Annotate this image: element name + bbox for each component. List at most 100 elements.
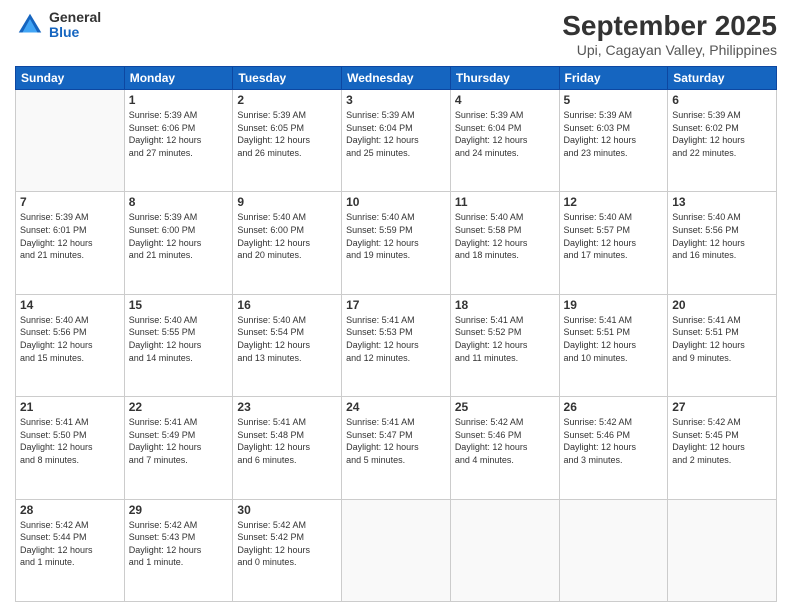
cell-3-2: 23 Sunrise: 5:41 AM Sunset: 5:48 PM Dayli… [233, 397, 342, 499]
day-number: 16 [237, 298, 337, 312]
day-number: 4 [455, 93, 555, 107]
cell-info: Sunrise: 5:41 AM Sunset: 5:49 PM Dayligh… [129, 416, 229, 466]
cell-info: Sunrise: 5:42 AM Sunset: 5:46 PM Dayligh… [564, 416, 664, 466]
cell-4-4 [450, 499, 559, 601]
logo-general-text: General [49, 10, 101, 25]
cell-3-4: 25 Sunrise: 5:42 AM Sunset: 5:46 PM Dayli… [450, 397, 559, 499]
cell-0-0 [16, 90, 125, 192]
cell-info: Sunrise: 5:39 AM Sunset: 6:03 PM Dayligh… [564, 109, 664, 159]
cell-3-1: 22 Sunrise: 5:41 AM Sunset: 5:49 PM Dayli… [124, 397, 233, 499]
cell-1-5: 12 Sunrise: 5:40 AM Sunset: 5:57 PM Dayli… [559, 192, 668, 294]
day-number: 26 [564, 400, 664, 414]
cell-info: Sunrise: 5:40 AM Sunset: 5:59 PM Dayligh… [346, 211, 446, 261]
cell-4-1: 29 Sunrise: 5:42 AM Sunset: 5:43 PM Dayli… [124, 499, 233, 601]
header-row: Sunday Monday Tuesday Wednesday Thursday… [16, 67, 777, 90]
cell-info: Sunrise: 5:42 AM Sunset: 5:46 PM Dayligh… [455, 416, 555, 466]
cell-2-3: 17 Sunrise: 5:41 AM Sunset: 5:53 PM Dayli… [342, 294, 451, 396]
cell-info: Sunrise: 5:42 AM Sunset: 5:44 PM Dayligh… [20, 519, 120, 569]
day-number: 6 [672, 93, 772, 107]
cell-3-5: 26 Sunrise: 5:42 AM Sunset: 5:46 PM Dayli… [559, 397, 668, 499]
cell-info: Sunrise: 5:40 AM Sunset: 6:00 PM Dayligh… [237, 211, 337, 261]
day-number: 13 [672, 195, 772, 209]
cell-0-3: 3 Sunrise: 5:39 AM Sunset: 6:04 PM Daylig… [342, 90, 451, 192]
cell-0-1: 1Sunrise: 5:39 AM Sunset: 6:06 PM Daylig… [124, 90, 233, 192]
cell-info: Sunrise: 5:40 AM Sunset: 5:57 PM Dayligh… [564, 211, 664, 261]
week-row-2: 7Sunrise: 5:39 AM Sunset: 6:01 PM Daylig… [16, 192, 777, 294]
day-number: 17 [346, 298, 446, 312]
cell-info: Sunrise: 5:40 AM Sunset: 5:55 PM Dayligh… [129, 314, 229, 364]
day-number: 11 [455, 195, 555, 209]
cell-3-6: 27Sunrise: 5:42 AM Sunset: 5:45 PM Dayli… [668, 397, 777, 499]
cell-3-0: 21Sunrise: 5:41 AM Sunset: 5:50 PM Dayli… [16, 397, 125, 499]
logo-icon [15, 10, 45, 40]
cell-info: Sunrise: 5:39 AM Sunset: 6:05 PM Dayligh… [237, 109, 337, 159]
cell-2-2: 16 Sunrise: 5:40 AM Sunset: 5:54 PM Dayli… [233, 294, 342, 396]
cell-info: Sunrise: 5:42 AM Sunset: 5:43 PM Dayligh… [129, 519, 229, 569]
day-number: 29 [129, 503, 229, 517]
cell-1-3: 10Sunrise: 5:40 AM Sunset: 5:59 PM Dayli… [342, 192, 451, 294]
cell-info: Sunrise: 5:40 AM Sunset: 5:58 PM Dayligh… [455, 211, 555, 261]
cell-info: Sunrise: 5:41 AM Sunset: 5:53 PM Dayligh… [346, 314, 446, 364]
day-number: 30 [237, 503, 337, 517]
day-number: 22 [129, 400, 229, 414]
cell-2-0: 14 Sunrise: 5:40 AM Sunset: 5:56 PM Dayli… [16, 294, 125, 396]
title-block: September 2025 Upi, Cagayan Valley, Phil… [562, 10, 777, 58]
cell-info: Sunrise: 5:39 AM Sunset: 6:06 PM Dayligh… [129, 109, 229, 159]
col-wednesday: Wednesday [342, 67, 451, 90]
cell-4-5 [559, 499, 668, 601]
col-sunday: Sunday [16, 67, 125, 90]
cell-info: Sunrise: 5:42 AM Sunset: 5:42 PM Dayligh… [237, 519, 337, 569]
header: General Blue September 2025 Upi, Cagayan… [15, 10, 777, 58]
day-number: 14 [20, 298, 120, 312]
day-number: 15 [129, 298, 229, 312]
col-thursday: Thursday [450, 67, 559, 90]
day-number: 24 [346, 400, 446, 414]
cell-info: Sunrise: 5:41 AM Sunset: 5:48 PM Dayligh… [237, 416, 337, 466]
day-number: 27 [672, 400, 772, 414]
cell-info: Sunrise: 5:40 AM Sunset: 5:56 PM Dayligh… [20, 314, 120, 364]
day-number: 7 [20, 195, 120, 209]
day-number: 2 [237, 93, 337, 107]
cell-0-4: 4 Sunrise: 5:39 AM Sunset: 6:04 PM Daylig… [450, 90, 559, 192]
day-number: 23 [237, 400, 337, 414]
logo-text: General Blue [49, 10, 101, 41]
cell-2-4: 18 Sunrise: 5:41 AM Sunset: 5:52 PM Dayli… [450, 294, 559, 396]
day-number: 5 [564, 93, 664, 107]
cell-info: Sunrise: 5:41 AM Sunset: 5:50 PM Dayligh… [20, 416, 120, 466]
col-saturday: Saturday [668, 67, 777, 90]
cell-info: Sunrise: 5:40 AM Sunset: 5:54 PM Dayligh… [237, 314, 337, 364]
cell-2-1: 15 Sunrise: 5:40 AM Sunset: 5:55 PM Dayli… [124, 294, 233, 396]
week-row-1: 1Sunrise: 5:39 AM Sunset: 6:06 PM Daylig… [16, 90, 777, 192]
day-number: 18 [455, 298, 555, 312]
col-tuesday: Tuesday [233, 67, 342, 90]
day-number: 12 [564, 195, 664, 209]
cell-info: Sunrise: 5:41 AM Sunset: 5:52 PM Dayligh… [455, 314, 555, 364]
cell-2-5: 19 Sunrise: 5:41 AM Sunset: 5:51 PM Dayli… [559, 294, 668, 396]
cell-2-6: 20 Sunrise: 5:41 AM Sunset: 5:51 PM Dayli… [668, 294, 777, 396]
cell-info: Sunrise: 5:41 AM Sunset: 5:51 PM Dayligh… [672, 314, 772, 364]
cell-1-2: 9Sunrise: 5:40 AM Sunset: 6:00 PM Daylig… [233, 192, 342, 294]
cell-info: Sunrise: 5:39 AM Sunset: 6:04 PM Dayligh… [455, 109, 555, 159]
day-number: 25 [455, 400, 555, 414]
cell-info: Sunrise: 5:39 AM Sunset: 6:04 PM Dayligh… [346, 109, 446, 159]
cell-1-6: 13 Sunrise: 5:40 AM Sunset: 5:56 PM Dayli… [668, 192, 777, 294]
cell-1-0: 7Sunrise: 5:39 AM Sunset: 6:01 PM Daylig… [16, 192, 125, 294]
calendar-title: September 2025 [562, 10, 777, 42]
cell-4-2: 30 Sunrise: 5:42 AM Sunset: 5:42 PM Dayli… [233, 499, 342, 601]
page: General Blue September 2025 Upi, Cagayan… [0, 0, 792, 612]
cell-info: Sunrise: 5:40 AM Sunset: 5:56 PM Dayligh… [672, 211, 772, 261]
day-number: 20 [672, 298, 772, 312]
logo: General Blue [15, 10, 101, 41]
col-monday: Monday [124, 67, 233, 90]
cell-info: Sunrise: 5:41 AM Sunset: 5:51 PM Dayligh… [564, 314, 664, 364]
week-row-4: 21Sunrise: 5:41 AM Sunset: 5:50 PM Dayli… [16, 397, 777, 499]
cell-3-3: 24Sunrise: 5:41 AM Sunset: 5:47 PM Dayli… [342, 397, 451, 499]
cell-1-1: 8Sunrise: 5:39 AM Sunset: 6:00 PM Daylig… [124, 192, 233, 294]
cell-0-6: 6 Sunrise: 5:39 AM Sunset: 6:02 PM Daylig… [668, 90, 777, 192]
cell-info: Sunrise: 5:39 AM Sunset: 6:00 PM Dayligh… [129, 211, 229, 261]
day-number: 19 [564, 298, 664, 312]
cell-info: Sunrise: 5:39 AM Sunset: 6:02 PM Dayligh… [672, 109, 772, 159]
col-friday: Friday [559, 67, 668, 90]
cell-1-4: 11 Sunrise: 5:40 AM Sunset: 5:58 PM Dayli… [450, 192, 559, 294]
day-number: 3 [346, 93, 446, 107]
